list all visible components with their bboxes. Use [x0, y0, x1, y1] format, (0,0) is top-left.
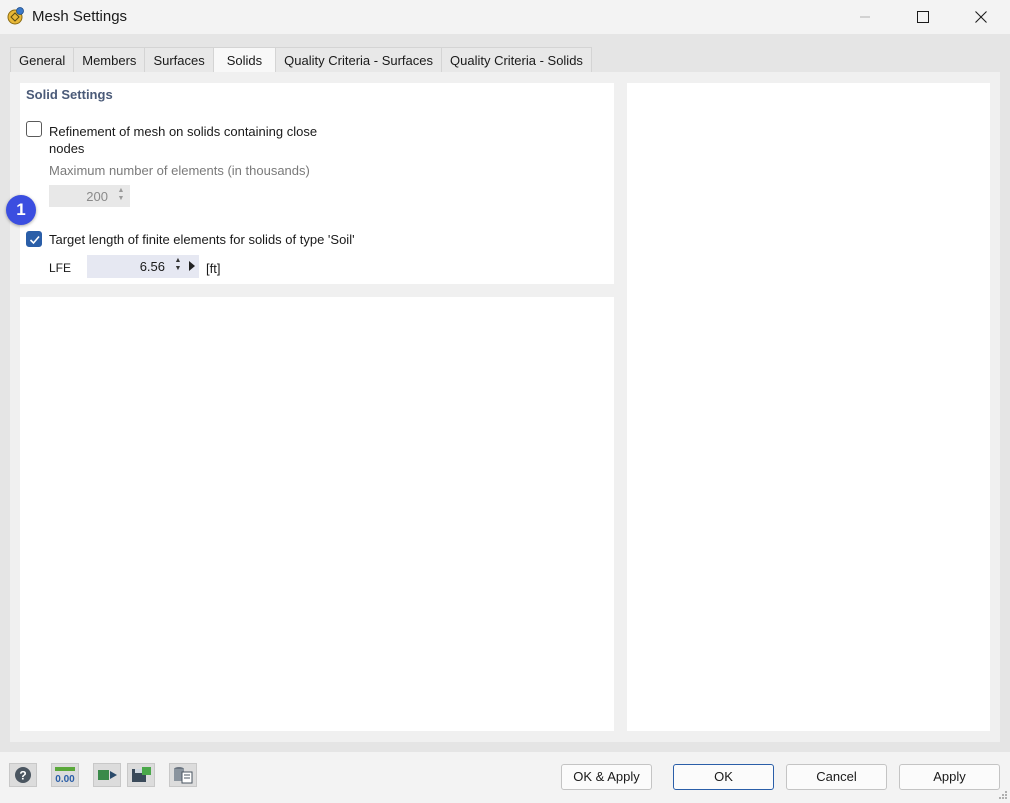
save-settings-icon[interactable]: [127, 763, 155, 787]
lfe-unit: [ft]: [206, 261, 221, 276]
minimize-icon[interactable]: [842, 0, 888, 34]
lfe-value: 6.56: [139, 259, 165, 274]
import-export-icon[interactable]: [93, 763, 121, 787]
target-length-checkbox[interactable]: [26, 231, 42, 247]
right-panel: [627, 83, 990, 731]
stepper-arrows-icon[interactable]: ▲ ▼: [173, 257, 183, 273]
refinement-checkbox[interactable]: [26, 121, 42, 137]
refinement-label: Refinement of mesh on solids containing …: [49, 124, 318, 156]
mesh-settings-app-icon: [6, 6, 26, 26]
solid-settings-panel: [20, 83, 614, 284]
lower-panel: [20, 297, 614, 731]
stepper-arrows-icon[interactable]: ▲ ▼: [116, 187, 126, 203]
ok-button[interactable]: OK: [673, 764, 774, 790]
max-elements-stepper[interactable]: 200 ▲ ▼: [49, 185, 130, 207]
tab-general[interactable]: General: [10, 47, 75, 73]
cancel-button[interactable]: Cancel: [786, 764, 887, 790]
maximize-icon[interactable]: [900, 0, 946, 34]
units-decimal-icon[interactable]: 0.00: [51, 763, 79, 787]
tab-members[interactable]: Members: [73, 47, 146, 73]
target-length-label: Target length of finite elements for sol…: [49, 232, 355, 247]
title-bar: Mesh Settings: [0, 0, 1010, 34]
ok-apply-button[interactable]: OK & Apply: [561, 764, 652, 790]
lfe-stepper[interactable]: 6.56 ▲ ▼: [87, 255, 199, 278]
max-elements-label: Maximum number of elements (in thousands…: [49, 163, 310, 178]
tab-quality-criteria-surfaces[interactable]: Quality Criteria - Surfaces: [275, 47, 442, 73]
play-arrow-icon[interactable]: [189, 261, 195, 271]
resize-grip-icon[interactable]: [998, 788, 1008, 799]
checkmark-icon: [29, 235, 40, 245]
window-title: Mesh Settings: [32, 8, 128, 25]
help-icon[interactable]: ?: [9, 763, 37, 787]
close-icon[interactable]: [958, 0, 1004, 34]
svg-text:?: ?: [19, 769, 26, 783]
tab-solids[interactable]: Solids: [212, 47, 277, 74]
tab-bar: General Members Surfaces Solids Quality …: [10, 47, 592, 74]
svg-text:0.00: 0.00: [55, 774, 75, 785]
tab-quality-criteria-solids[interactable]: Quality Criteria - Solids: [441, 47, 592, 73]
max-elements-value: 200: [86, 189, 108, 204]
lfe-label: LFE: [49, 261, 72, 275]
database-settings-icon[interactable]: [169, 763, 197, 787]
tab-surfaces[interactable]: Surfaces: [144, 47, 214, 73]
solid-settings-title: Solid Settings: [26, 87, 113, 102]
apply-button[interactable]: Apply: [899, 764, 1000, 790]
annotation-badge: 1: [6, 195, 36, 225]
